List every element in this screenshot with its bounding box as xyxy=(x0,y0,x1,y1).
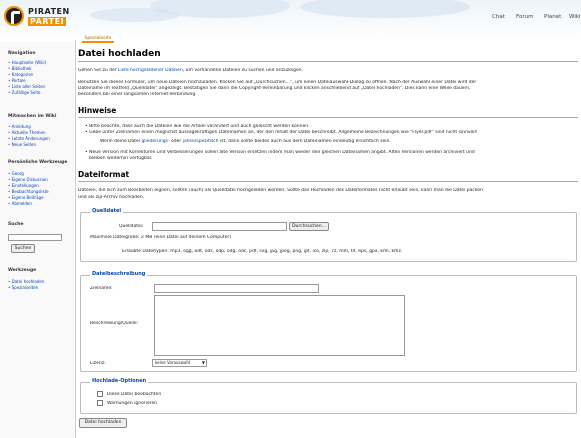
intro-paragraph: besonders bei einer langsamen Internet-V… xyxy=(78,92,197,97)
sidebar-item-datei-hochladen[interactable]: Datei hochladen xyxy=(8,279,45,284)
tab-spezialseite[interactable]: Spezialseite xyxy=(82,35,114,43)
ignore-warnings-checkbox[interactable] xyxy=(97,400,103,406)
format-paragraph: Dateien, die sich zum Bearbeiten eignen,… xyxy=(78,188,483,193)
sidebar-section-title: Werkzeuge xyxy=(8,268,37,273)
upload-file-button[interactable]: Datei hochladen xyxy=(79,418,127,428)
format-paragraph: und als zip-Archiv hochladen. xyxy=(78,195,145,200)
chevron-down-icon: ▼ xyxy=(201,360,205,365)
sidebar-item-eigene-beitraege[interactable]: Eigene Beiträge xyxy=(8,195,44,200)
description-textarea[interactable] xyxy=(154,295,405,356)
sidebar-item-neue-seiten[interactable]: Neue Seiten xyxy=(8,142,36,147)
logo-sail-icon xyxy=(4,6,24,26)
hint-item: Bitte beachte, dass auch die Dateien wie… xyxy=(85,124,309,129)
hint-text: - oder xyxy=(167,139,183,144)
ignore-warnings-label: Warnungen ignorieren xyxy=(107,401,158,406)
sidebar-item-kategorien[interactable]: Kategorien xyxy=(8,72,34,77)
intro-text: , um vorhandene Dateien zu suchen und an… xyxy=(182,68,304,73)
nav-wiki[interactable]: Wiki xyxy=(569,14,581,20)
target-name-label: Zielname: xyxy=(90,286,113,291)
section-divider xyxy=(78,181,578,182)
hint-item-continued: bleiben weiterhin verfügbar. xyxy=(89,156,153,161)
sidebar-item-portale[interactable]: Portale xyxy=(8,78,26,83)
watch-file-label: Diese Datei beobachten xyxy=(107,392,162,397)
top-navigation: Chat Forum Planet Wiki xyxy=(480,14,581,22)
nav-forum[interactable]: Forum xyxy=(516,14,533,20)
description-label: Beschreibung/Quelle: xyxy=(90,321,139,326)
sidebar-item-anleitung[interactable]: Anleitung xyxy=(8,124,31,129)
description-legend: Dateibeschreibung xyxy=(90,271,148,277)
source-file-legend: Quelldatei xyxy=(90,208,124,214)
section-heading-dateiformat: Dateiformat xyxy=(78,170,130,179)
source-file-label: Quelldatei: xyxy=(119,224,144,229)
sidebar-item-user[interactable]: Georg xyxy=(8,171,24,176)
title-divider xyxy=(78,61,578,62)
sidebar-item-eigene-diskussion[interactable]: Eigene Diskussion xyxy=(8,177,48,182)
upload-options-fieldset xyxy=(80,382,577,414)
search-button[interactable]: Suchen xyxy=(11,244,35,253)
nav-planet[interactable]: Planet xyxy=(544,14,561,20)
intro-text: Gehen Sie zu der xyxy=(78,68,119,73)
cloud-decoration xyxy=(90,8,180,22)
sidebar-item-beobachtungsliste[interactable]: Beobachtungsliste xyxy=(8,189,49,194)
hint-text: Wenn deine Datei xyxy=(100,139,142,144)
sidebar-section-title: Navigation xyxy=(8,51,36,56)
sidebar-item-liste-aller-seiten[interactable]: Liste aller Seiten xyxy=(8,84,45,89)
max-file-size-text: Maximale Dateigröße: 2 MB (eine Datei au… xyxy=(90,235,232,240)
intro-line-1: Gehen Sie zu der Liste hochgeladener Dat… xyxy=(78,68,303,73)
search-input[interactable] xyxy=(8,234,62,241)
browse-button[interactable]: Durchsuchen... xyxy=(289,222,329,231)
sidebar-section-title: Mitmachen im Wiki xyxy=(8,114,57,119)
sidebar-item-spezialseiten[interactable]: Spezialseiten xyxy=(8,285,39,290)
intro-paragraph: Benutzen Sie dieses Formular, um neue Da… xyxy=(78,80,477,85)
license-select[interactable]: keine Vorauswahl ▼ xyxy=(152,359,207,367)
jahresspezifisch-link[interactable]: jahresspezifisch xyxy=(183,139,219,144)
sidebar-item-zufaellige-seite[interactable]: Zufällige Seite xyxy=(8,90,41,95)
intro-paragraph: Dateiname im Textfeld „Quelldatei" angez… xyxy=(78,86,471,91)
section-divider xyxy=(78,117,578,118)
sidebar-item-abmelden[interactable]: Abmelden xyxy=(8,201,32,206)
sidebar-item-letzte-aenderungen[interactable]: Letzte Änderungen xyxy=(8,136,50,141)
allowed-file-types-text: Erlaubte Dateitypen: mp3, ogg, odt, ods,… xyxy=(122,249,403,254)
sidebar-item-einstellungen[interactable]: Einstellungen xyxy=(8,183,39,188)
hint-subline: Wenn deine Datei gliederungs- oder jahre… xyxy=(100,139,391,144)
sidebar-section-title: Persönliche Werkzeuge xyxy=(8,160,68,165)
cloud-decoration xyxy=(300,0,470,18)
section-heading-hinweise: Hinweise xyxy=(78,106,117,115)
logo-text-bottom: PARTEI xyxy=(28,17,67,26)
search-title: Suche xyxy=(8,222,24,227)
piratenpartei-logo[interactable]: PIRATEN PARTEI xyxy=(4,6,72,30)
page-title: Datei hochladen xyxy=(78,49,161,59)
license-selected-value: keine Vorauswahl xyxy=(155,360,190,365)
gliederungs-link[interactable]: gliederungs xyxy=(141,139,168,144)
watch-file-checkbox[interactable] xyxy=(97,391,103,397)
hint-item: Gebe unter Zielnamen einen möglichst aus… xyxy=(85,130,578,135)
sidebar-item-hauptseite[interactable]: Hauptseite (Wiki) xyxy=(8,60,47,65)
logo-text-top: PIRATEN xyxy=(28,7,70,16)
uploaded-files-link[interactable]: Liste hochgeladener Dateien xyxy=(118,68,183,73)
license-label: Lizenz: xyxy=(90,361,106,366)
sidebar-item-aktuelle-themen[interactable]: Aktuelle Themen xyxy=(8,130,46,135)
sidebar-item-bibliothek[interactable]: Bibliothek xyxy=(8,66,32,71)
nav-chat[interactable]: Chat xyxy=(492,14,505,20)
upload-options-legend: Hochlade-Optionen xyxy=(90,378,149,384)
hint-text: ist, dann sollte beides auch aus dem Dat… xyxy=(218,139,391,144)
hint-item: Neue Version mit Korrekturen und Verbess… xyxy=(85,150,578,155)
target-name-input[interactable] xyxy=(154,284,319,293)
source-file-input[interactable] xyxy=(152,222,287,231)
